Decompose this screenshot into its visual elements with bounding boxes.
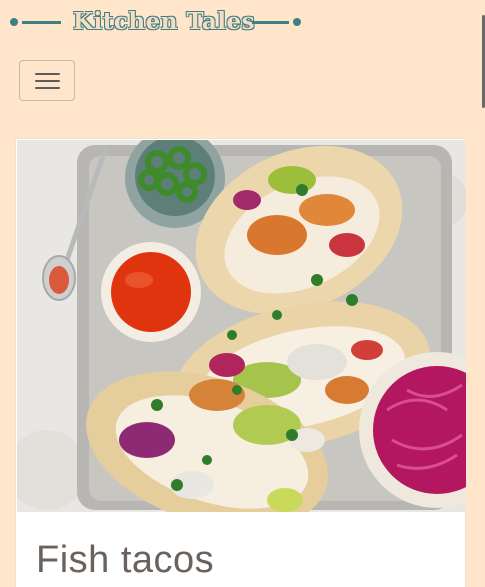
site-header-logo[interactable]: Kitchen Tales xyxy=(0,6,310,38)
logo-dot-left xyxy=(10,18,18,26)
site-title: Kitchen Tales xyxy=(73,8,256,35)
menu-toggle-button[interactable] xyxy=(19,60,75,101)
recipe-card[interactable]: Fish tacos xyxy=(15,138,466,587)
logo-rule-right xyxy=(252,21,289,24)
logo-rule-left xyxy=(22,21,61,24)
page: Kitchen Tales Fish tacos xyxy=(0,0,485,587)
recipe-title[interactable]: Fish tacos xyxy=(36,535,456,585)
recipe-image[interactable] xyxy=(17,140,466,512)
logo-dot-right xyxy=(293,18,301,26)
